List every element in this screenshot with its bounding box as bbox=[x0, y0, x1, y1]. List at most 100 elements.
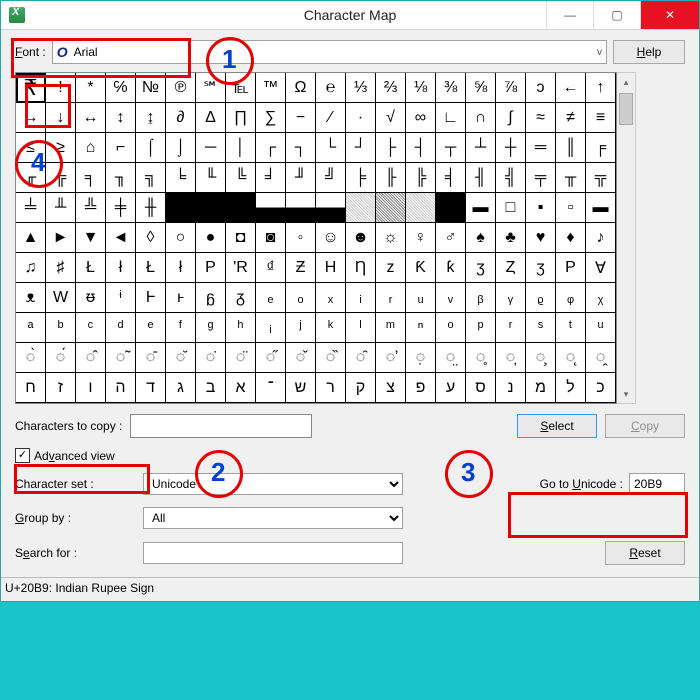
char-cell[interactable]: מ bbox=[526, 373, 556, 403]
char-cell[interactable]: ● bbox=[196, 223, 226, 253]
char-cell[interactable]: ⅔ bbox=[376, 73, 406, 103]
char-cell[interactable]: ł bbox=[166, 253, 196, 283]
char-cell[interactable]: ≥ bbox=[46, 133, 76, 163]
char-cell[interactable]: └ bbox=[316, 133, 346, 163]
char-cell[interactable]: ◌̀ bbox=[16, 343, 46, 373]
char-cell[interactable]: ᵐ bbox=[376, 313, 406, 343]
char-cell[interactable]: ↕ bbox=[106, 103, 136, 133]
char-cell[interactable]: │ bbox=[226, 133, 256, 163]
char-cell[interactable] bbox=[346, 193, 376, 223]
char-cell[interactable]: ℠ bbox=[196, 73, 226, 103]
char-cell[interactable]: ℅ bbox=[106, 73, 136, 103]
char-cell[interactable]: ז bbox=[46, 373, 76, 403]
char-cell[interactable]: → bbox=[16, 103, 46, 133]
char-cell[interactable]: ⅓ bbox=[346, 73, 376, 103]
char-cell[interactable]: ל bbox=[556, 373, 586, 403]
char-cell[interactable]: ┴ bbox=[466, 133, 496, 163]
charset-select[interactable]: Unicode bbox=[143, 473, 403, 495]
char-cell[interactable]: ᵏ bbox=[316, 313, 346, 343]
char-cell[interactable]: Ƞ bbox=[346, 253, 376, 283]
char-cell[interactable]: ᵘ bbox=[586, 313, 616, 343]
char-cell[interactable]: ◌̥ bbox=[466, 343, 496, 373]
char-cell[interactable]: ► bbox=[46, 223, 76, 253]
select-button[interactable]: Select bbox=[517, 414, 597, 438]
char-cell[interactable]: Ł bbox=[76, 253, 106, 283]
char-cell[interactable]: ◌̃ bbox=[106, 343, 136, 373]
char-cell[interactable]: ∕ bbox=[316, 103, 346, 133]
char-cell[interactable] bbox=[436, 193, 466, 223]
char-cell[interactable]: ᵿ bbox=[76, 283, 106, 313]
char-cell[interactable]: ├ bbox=[376, 133, 406, 163]
char-cell[interactable]: ־ bbox=[256, 373, 286, 403]
char-cell[interactable]: ש bbox=[286, 373, 316, 403]
char-cell[interactable]: ♂ bbox=[436, 223, 466, 253]
minimize-button[interactable]: — bbox=[546, 1, 593, 29]
char-cell[interactable]: № bbox=[136, 73, 166, 103]
char-cell[interactable]: ┬ bbox=[436, 133, 466, 163]
char-cell[interactable]: ┘ bbox=[346, 133, 376, 163]
char-grid[interactable]: ₹!*℅№℗℠℡™Ω℮⅓⅔⅛⅜⅝⅞ↄ←↑→↓↔↕↨∂∆∏∑−∕∙√∞∟∩∫≈≠≡… bbox=[15, 72, 617, 404]
char-cell[interactable]: ◌̑ bbox=[346, 343, 376, 373]
char-cell[interactable]: ◌̛ bbox=[376, 343, 406, 373]
char-cell[interactable]: ג bbox=[166, 373, 196, 403]
char-cell[interactable]: א bbox=[226, 373, 256, 403]
scrollbar[interactable]: ▴ ▾ bbox=[617, 72, 636, 404]
char-cell[interactable]: ₒ bbox=[286, 283, 316, 313]
char-cell[interactable]: ╦ bbox=[586, 163, 616, 193]
char-cell[interactable]: ˡ bbox=[346, 313, 376, 343]
char-cell[interactable]: ℗ bbox=[166, 73, 196, 103]
char-cell[interactable]: ⌂ bbox=[76, 133, 106, 163]
close-button[interactable]: ✕ bbox=[640, 1, 699, 29]
char-cell[interactable]: ▬ bbox=[586, 193, 616, 223]
char-cell[interactable]: ʲ bbox=[286, 313, 316, 343]
char-cell[interactable]: ╟ bbox=[376, 163, 406, 193]
char-cell[interactable]: ♣ bbox=[496, 223, 526, 253]
scroll-up-icon[interactable]: ▴ bbox=[617, 73, 635, 91]
char-cell[interactable]: ≤ bbox=[16, 133, 46, 163]
char-cell[interactable]: ╝ bbox=[316, 163, 346, 193]
char-cell[interactable]: ł bbox=[106, 253, 136, 283]
char-cell[interactable] bbox=[256, 193, 286, 223]
char-cell[interactable]: ᵪ bbox=[586, 283, 616, 313]
char-cell[interactable]: ┌ bbox=[256, 133, 286, 163]
groupby-select[interactable]: All bbox=[143, 507, 403, 529]
char-cell[interactable]: ᵷ bbox=[196, 283, 226, 313]
char-cell[interactable] bbox=[406, 193, 436, 223]
char-cell[interactable]: ≈ bbox=[526, 103, 556, 133]
char-cell[interactable]: ∑ bbox=[256, 103, 286, 133]
char-cell[interactable]: ↓ bbox=[46, 103, 76, 133]
char-cell[interactable]: ☻ bbox=[346, 223, 376, 253]
char-cell[interactable]: ◌̏ bbox=[316, 343, 346, 373]
char-cell[interactable]: ₫ bbox=[256, 253, 286, 283]
char-cell[interactable] bbox=[316, 193, 346, 223]
char-cell[interactable]: ╗ bbox=[136, 163, 166, 193]
char-cell[interactable]: כ bbox=[586, 373, 616, 403]
char-cell[interactable]: ╣ bbox=[496, 163, 526, 193]
char-cell[interactable]: ◌̧ bbox=[526, 343, 556, 373]
char-cell[interactable]: ע bbox=[436, 373, 466, 403]
char-cell[interactable]: ₹ bbox=[16, 73, 46, 103]
char-cell[interactable]: ╩ bbox=[76, 193, 106, 223]
char-cell[interactable]: * bbox=[76, 73, 106, 103]
char-cell[interactable]: ס bbox=[466, 373, 496, 403]
char-cell[interactable]: ╢ bbox=[466, 163, 496, 193]
char-cell[interactable]: ← bbox=[556, 73, 586, 103]
char-cell[interactable]: Ȥ bbox=[496, 253, 526, 283]
char-cell[interactable]: ᵥ bbox=[436, 283, 466, 313]
char-cell[interactable]: ≡ bbox=[586, 103, 616, 133]
char-cell[interactable]: ᵢ bbox=[346, 283, 376, 313]
char-cell[interactable]: □ bbox=[496, 193, 526, 223]
char-cell[interactable]: ⱶ bbox=[166, 283, 196, 313]
char-cell[interactable]: ∫ bbox=[496, 103, 526, 133]
char-cell[interactable]: ד bbox=[136, 373, 166, 403]
char-cell[interactable]: ╞ bbox=[346, 163, 376, 193]
char-cell[interactable]: ◌̆ bbox=[166, 343, 196, 373]
char-cell[interactable]: ℡ bbox=[226, 73, 256, 103]
char-cell[interactable] bbox=[166, 193, 196, 223]
copy-button[interactable]: Copy bbox=[605, 414, 685, 438]
scroll-thumb[interactable] bbox=[619, 93, 633, 125]
char-cell[interactable]: פ bbox=[406, 373, 436, 403]
char-cell[interactable]: ᵍ bbox=[196, 313, 226, 343]
char-cell[interactable]: H bbox=[316, 253, 346, 283]
goto-input[interactable] bbox=[629, 473, 685, 495]
